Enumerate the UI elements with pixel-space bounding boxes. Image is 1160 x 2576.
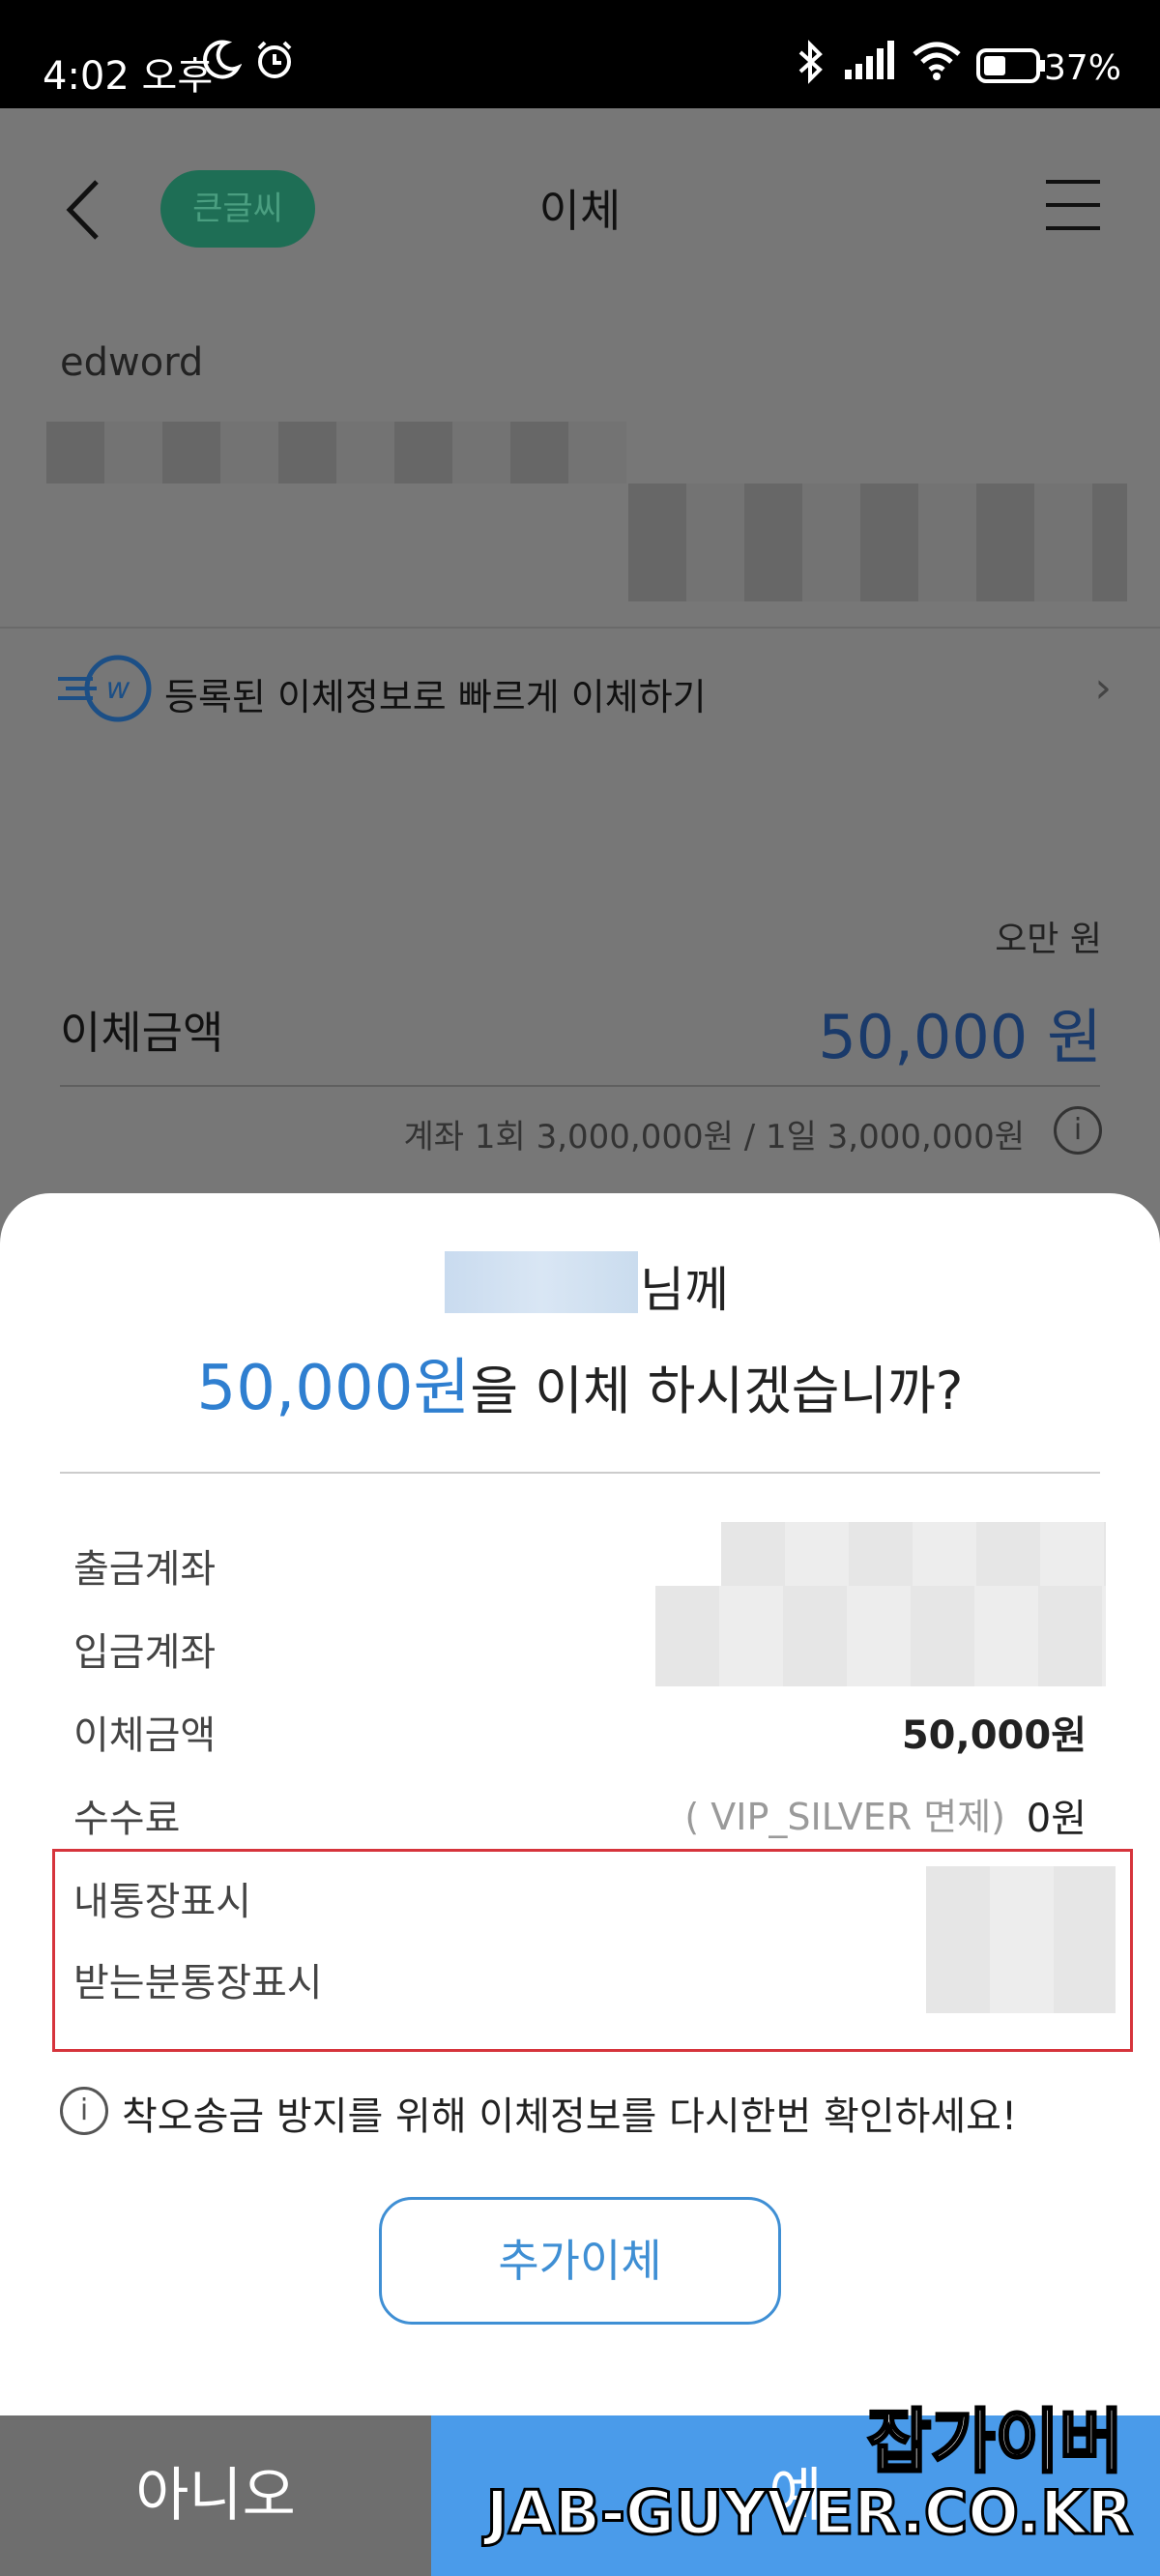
- sheet-divider: [60, 1472, 1100, 1474]
- bluetooth-icon: [798, 40, 823, 84]
- my-passbook-memo-label: 내통장표시: [73, 1880, 251, 1924]
- to-account-label: 입금계좌: [73, 1630, 217, 1675]
- info-icon[interactable]: i: [1054, 1106, 1102, 1155]
- no-button[interactable]: 아니오: [0, 2415, 431, 2576]
- recipient-passbook-memo-label: 받는분통장표시: [73, 1961, 323, 2005]
- wifi-icon: [913, 42, 961, 80]
- quick-transfer-label: 등록된 이체정보로 빠르게 이체하기: [164, 676, 707, 718]
- quick-transfer-row[interactable]: w 등록된 이체정보로 빠르게 이체하기 ›: [58, 650, 1112, 746]
- fee-value: 0원: [1026, 1797, 1087, 1841]
- transfer-limit-text: 계좌 1회 3,000,000원 / 1일 3,000,000원: [403, 1118, 1025, 1156]
- watermark-english: JAB-GUYVER.CO.KR: [484, 2476, 1134, 2550]
- redacted-balance: [628, 483, 1127, 601]
- redacted-to-account: [655, 1586, 1106, 1686]
- hamburger-menu-icon[interactable]: [1044, 176, 1102, 234]
- recipient-suffix: 님께: [640, 1262, 729, 1318]
- signal-icon: [845, 41, 894, 79]
- confirm-question: 50,000원을 이체 하시겠습니까?: [0, 1338, 1160, 1427]
- redacted-from-account: [721, 1522, 1106, 1586]
- additional-transfer-button[interactable]: 추가이체: [379, 2197, 781, 2325]
- svg-text:w: w: [106, 672, 130, 706]
- status-bar: 4:02 오후 37%: [0, 0, 1160, 108]
- redacted-account-number: [46, 422, 626, 483]
- page-title: 이체: [538, 185, 622, 237]
- info-icon: i: [60, 2087, 108, 2135]
- fee-exemption-note: ( VIP_SILVER 면제): [684, 1796, 1005, 1838]
- confirm-question-text: 을 이체 하시겠습니까?: [470, 1361, 964, 1421]
- quick-transfer-logo-icon: w: [58, 655, 152, 722]
- battery-percentage: 37%: [1043, 48, 1121, 88]
- fee-label: 수수료: [73, 1797, 181, 1841]
- amount-underline: [60, 1085, 1100, 1087]
- confirm-amount: 50,000원: [196, 1353, 471, 1424]
- transfer-amount-value[interactable]: 50,000 원: [818, 988, 1102, 1075]
- confirm-transfer-sheet: 님께 50,000원을 이체 하시겠습니까? 출금계좌 입금계좌 이체금액 50…: [0, 1193, 1160, 2576]
- section-divider: [0, 627, 1160, 629]
- moon-icon: [203, 40, 242, 79]
- amount-in-korean: 오만 원: [995, 920, 1102, 959]
- transfer-amount-label: 이체금액: [60, 1007, 224, 1059]
- redacted-recipient-name: [445, 1251, 638, 1313]
- amount-value: 50,000원: [901, 1713, 1087, 1758]
- watermark-korean: 잡가이버: [866, 2400, 1125, 2484]
- app-header: 큰글씨 이체: [0, 108, 1160, 302]
- redacted-memo: [926, 1866, 1116, 2013]
- amount-label: 이체금액: [73, 1713, 217, 1758]
- background-screen: 큰글씨 이체 edword w 등록된 이체정보로 빠르게 이체하기 › 오만 …: [0, 108, 1160, 1269]
- battery-icon: [976, 48, 1045, 83]
- chevron-right-icon: ›: [1094, 663, 1112, 713]
- from-account-label: 출금계좌: [73, 1547, 217, 1592]
- warning-text: 착오송금 방지를 위해 이체정보를 다시한번 확인하세요!: [122, 2094, 1018, 2139]
- status-time: 4:02 오후: [43, 54, 214, 99]
- account-name: edword: [60, 340, 204, 385]
- alarm-icon: [257, 41, 292, 78]
